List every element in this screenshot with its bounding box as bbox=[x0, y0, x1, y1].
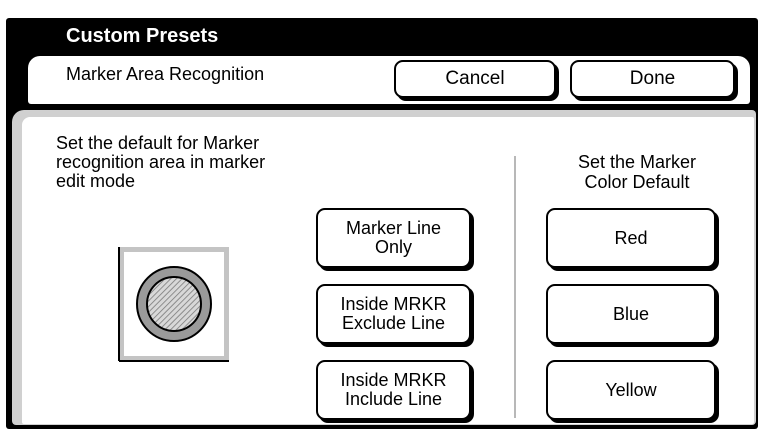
description-line: edit mode bbox=[56, 171, 136, 191]
description-line: recognition area in marker bbox=[56, 152, 266, 172]
page-subtitle: Marker Area Recognition bbox=[66, 64, 265, 84]
cancel-button[interactable]: Cancel bbox=[394, 60, 556, 98]
red-button[interactable]: Red bbox=[546, 208, 716, 268]
button-label: Inside MRKR Include Line bbox=[340, 370, 447, 409]
recognition-description: Set the default for Marker recognition a… bbox=[56, 134, 326, 191]
title-line: Set the Marker bbox=[577, 152, 697, 172]
blue-button[interactable]: Blue bbox=[546, 284, 716, 344]
done-button[interactable]: Done bbox=[570, 60, 735, 98]
marker-color-title: Set the Marker Color Default bbox=[538, 152, 736, 192]
inside-include-line-button[interactable]: Inside MRKR Include Line bbox=[316, 360, 471, 420]
marker-line-only-button[interactable]: Marker Line Only bbox=[316, 208, 471, 268]
window-title: Custom Presets bbox=[66, 25, 219, 47]
section-divider bbox=[514, 156, 516, 418]
yellow-button[interactable]: Yellow bbox=[546, 360, 716, 420]
inside-exclude-line-button[interactable]: Inside MRKR Exclude Line bbox=[316, 284, 471, 344]
button-label: Marker Line Only bbox=[345, 218, 442, 257]
marker-area-preview-icon bbox=[118, 247, 229, 362]
title-line: Color Default bbox=[584, 172, 690, 192]
description-line: Set the default for Marker bbox=[56, 133, 260, 153]
button-label: Inside MRKR Exclude Line bbox=[340, 294, 447, 333]
